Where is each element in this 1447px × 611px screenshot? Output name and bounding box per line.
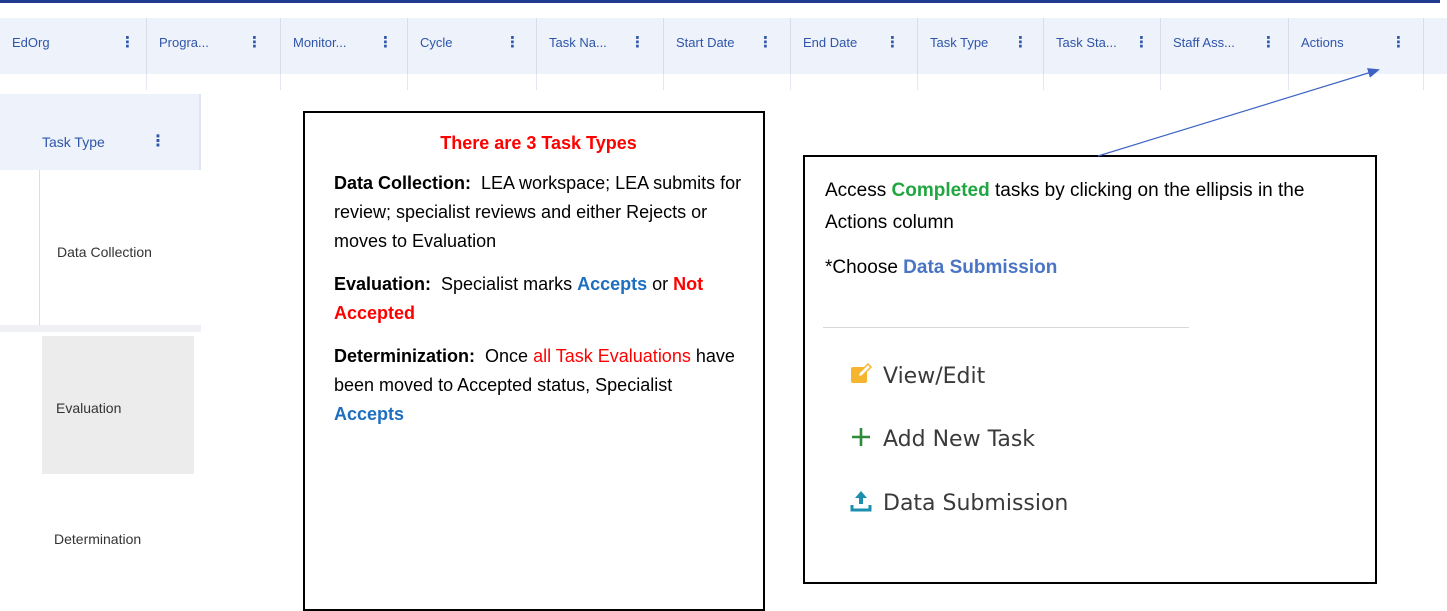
- column-label: Task Na...: [549, 35, 607, 50]
- access-instructions: Access Completed tasks by clicking on th…: [825, 175, 1357, 239]
- column-header-task-name[interactable]: Task Na... ⋮: [536, 18, 663, 74]
- column-header-actions[interactable]: Actions ⋮: [1288, 18, 1423, 74]
- evaluation-description: Evaluation: Specialist marks Accepts or …: [334, 270, 743, 328]
- column-label: Progra...: [159, 35, 209, 50]
- row-divider-line: [39, 170, 40, 330]
- column-divider: [280, 74, 281, 90]
- menu-item-view-edit[interactable]: View/Edit: [849, 362, 985, 392]
- completed-label: Completed: [891, 180, 990, 201]
- column-divider: [1423, 74, 1424, 90]
- plus-icon: [849, 425, 877, 455]
- column-menu-icon[interactable]: ⋮: [630, 33, 645, 51]
- column-divider: [917, 74, 918, 90]
- column-divider: [146, 74, 147, 90]
- column-label: Staff Ass...: [1173, 35, 1235, 50]
- column-menu-icon[interactable]: ⋮: [1134, 33, 1149, 51]
- column-divider: [407, 74, 408, 90]
- evaluation-or: or: [652, 274, 669, 294]
- column-label: Start Date: [676, 35, 735, 50]
- column-label: End Date: [803, 35, 858, 50]
- task-type-menu-icon[interactable]: ⋮: [150, 131, 166, 151]
- determinization-text-pre: Once: [485, 346, 529, 366]
- menu-item-label: Data Submission: [883, 491, 1069, 516]
- column-header-end-date[interactable]: End Date ⋮: [790, 18, 917, 74]
- column-divider: [1288, 74, 1289, 90]
- column-divider: [1160, 74, 1161, 90]
- evaluation-text: Specialist marks: [441, 274, 573, 294]
- column-label: EdOrg: [12, 35, 50, 50]
- menu-item-label: View/Edit: [883, 364, 986, 389]
- column-header-program[interactable]: Progra... ⋮: [146, 18, 280, 74]
- column-menu-icon[interactable]: ⋮: [120, 33, 135, 51]
- data-collection-term: Data Collection:: [334, 173, 472, 193]
- access-prefix: Access: [825, 180, 887, 201]
- column-menu-icon[interactable]: ⋮: [1013, 33, 1028, 51]
- actions-menu-icon[interactable]: ⋮: [1391, 33, 1406, 51]
- task-type-cell-data-collection: Data Collection: [57, 244, 152, 260]
- column-divider: [536, 74, 537, 90]
- column-header-cycle[interactable]: Cycle ⋮: [407, 18, 536, 74]
- column-label: Task Sta...: [1056, 35, 1117, 50]
- determinization-accepts: Accepts: [334, 404, 405, 424]
- column-label: Monitor...: [293, 35, 347, 50]
- column-header-edorg[interactable]: EdOrg ⋮: [0, 18, 146, 74]
- task-type-header-label: Task Type: [42, 134, 105, 150]
- grid-header-row: EdOrg ⋮ Progra... ⋮ Monitor... ⋮ Cycle ⋮…: [0, 18, 1447, 90]
- column-divider: [1043, 74, 1044, 90]
- column-divider: [790, 74, 791, 90]
- edit-icon: [849, 362, 877, 392]
- evaluation-accepts: Accepts: [577, 274, 648, 294]
- column-menu-icon[interactable]: ⋮: [378, 33, 393, 51]
- column-label: Actions: [1301, 35, 1344, 50]
- task-types-info-box: There are 3 Task Types Data Collection: …: [303, 111, 765, 611]
- column-menu-icon[interactable]: ⋮: [247, 33, 262, 51]
- menu-item-data-submission[interactable]: Data Submission: [849, 489, 1068, 519]
- determinization-description: Determinization: Once all Task Evaluatio…: [334, 342, 743, 429]
- choose-prefix: *Choose: [825, 257, 898, 278]
- column-label: Cycle: [420, 35, 453, 50]
- determinization-term: Determinization:: [334, 346, 476, 366]
- column-menu-icon[interactable]: ⋮: [1261, 33, 1276, 51]
- task-type-cell-determination: Determination: [54, 531, 142, 547]
- menu-item-label: Add New Task: [883, 427, 1036, 452]
- column-header-staff-assigned[interactable]: Staff Ass... ⋮: [1160, 18, 1288, 74]
- choose-target: Data Submission: [903, 257, 1058, 278]
- task-type-header[interactable]: Task Type ⋮: [0, 94, 201, 170]
- column-header-monitoring[interactable]: Monitor... ⋮: [280, 18, 407, 74]
- determinization-highlight: all Task Evaluations: [533, 346, 691, 366]
- column-menu-icon[interactable]: ⋮: [505, 33, 520, 51]
- column-label: Task Type: [930, 35, 989, 50]
- row-divider: [0, 325, 201, 332]
- column-menu-icon[interactable]: ⋮: [885, 33, 900, 51]
- task-type-column-panel: Task Type ⋮ Data Collection Evaluation D…: [0, 94, 201, 584]
- column-header-task-type[interactable]: Task Type ⋮: [917, 18, 1043, 74]
- column-header-task-status[interactable]: Task Sta... ⋮: [1043, 18, 1160, 74]
- access-completed-box: Access Completed tasks by clicking on th…: [803, 155, 1377, 584]
- column-menu-icon[interactable]: ⋮: [758, 33, 773, 51]
- menu-separator: [823, 327, 1189, 328]
- info-title: There are 3 Task Types: [440, 133, 637, 153]
- evaluation-term: Evaluation:: [334, 274, 432, 294]
- data-collection-description: Data Collection: LEA workspace; LEA subm…: [334, 169, 743, 256]
- top-border-line: [0, 0, 1440, 3]
- column-header-start-date[interactable]: Start Date ⋮: [663, 18, 790, 74]
- task-type-cell-evaluation: Evaluation: [56, 400, 122, 416]
- choose-instruction: *Choose Data Submission: [825, 257, 1357, 279]
- menu-item-add-new-task[interactable]: Add New Task: [849, 425, 1035, 455]
- column-divider: [663, 74, 664, 90]
- column-header-end: [1423, 18, 1447, 74]
- upload-icon: [849, 489, 877, 519]
